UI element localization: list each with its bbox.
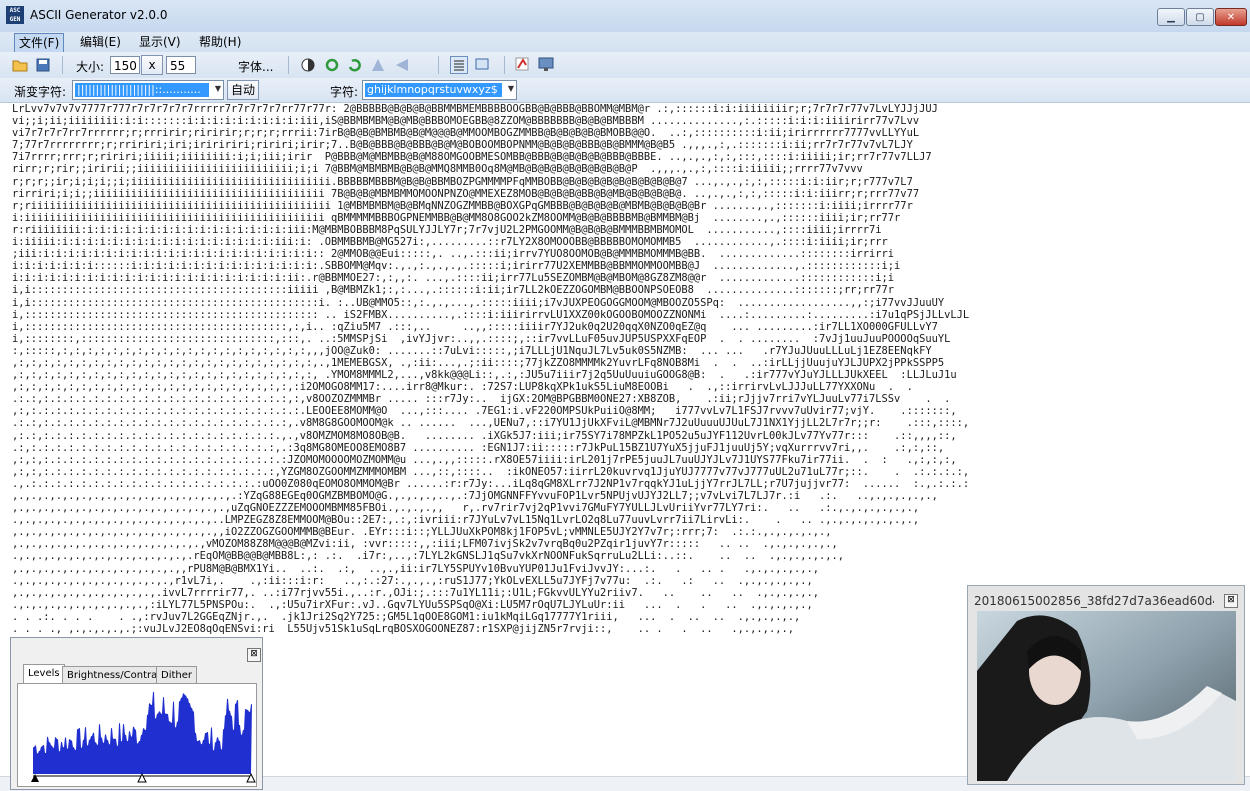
- tab-brightness-contrast[interactable]: Brightness/Contrast: [62, 666, 172, 684]
- ascii-line: LrLvv7v7v7v7777r777r7r7r7r7r7rrrrr7r7r7r…: [12, 103, 938, 115]
- minimize-button[interactable]: ▁: [1157, 8, 1185, 26]
- open-folder-icon[interactable]: [12, 57, 28, 73]
- ascii-line: ,:,:.:.:.:.:.:.:.:.:.:.:.:.:.:.:.:.:.:.:…: [12, 405, 957, 418]
- black-point-slider[interactable]: [31, 774, 39, 782]
- ascii-line: rirriri;i;i;;iiiiiiiiiiiiiiiiiiiiiiiiiii…: [12, 187, 920, 200]
- size-label: 大小:: [76, 60, 105, 74]
- ascii-line: r:riiiiiiii:i:i:i:i:i:i:i:i:i:i:i:i:i:i:…: [12, 223, 882, 236]
- ascii-line: i,i:::::::::::::::::::::::::::::::::::::…: [12, 296, 945, 309]
- close-icon[interactable]: ⊠: [247, 648, 261, 662]
- ascii-line: vi7r7r7r7rr7rrrrrr;r;rrririr;riririr;r;r…: [12, 127, 920, 140]
- close-button[interactable]: ✕: [1215, 8, 1247, 26]
- ascii-line: ,:,:,:.:.:.:.:.:.:.:.:.:.:.:.:.:.:.:.:.:…: [12, 465, 970, 478]
- ascii-line: .:.:,:.:.:.:.:.:.:.:.:.:.:.:.:.:.:.:.:.:…: [12, 393, 951, 406]
- text-view-icon[interactable]: [450, 56, 468, 74]
- levels-panel: ⊠ Levels Brightness/Contrast Dither: [10, 637, 263, 790]
- ascii-line: i:iiiiiiiiiiiiiiiiiiiiiiiiiiiiiiiiiiiiii…: [12, 211, 901, 224]
- maximize-button[interactable]: ▢: [1186, 8, 1214, 26]
- auto-button[interactable]: 自动: [227, 80, 259, 100]
- ascii-line: ,.,.,.,.,.,.,.,.,.,.,.,.,.,.,.,.,.,uZqGN…: [12, 502, 920, 515]
- ascii-line: .,.,.,.,.,.,.,.,.,.,.,.,.,.,.,.,..LMPZEG…: [12, 514, 920, 527]
- swap-dimensions-button[interactable]: x: [141, 55, 163, 75]
- ascii-line: .,.,.,.,.,.,.,.,.,.,.,.,.,.,.rEqOM@BB@@B…: [12, 550, 845, 563]
- rotate-right-icon[interactable]: [346, 57, 362, 73]
- ascii-line: vi;;i;ii;iiiiiiii:i:i:::::::i:i:i:i:i:i:…: [12, 115, 920, 128]
- gamma-slider[interactable]: [137, 772, 147, 783]
- ascii-line: i,i:::::::::::::::::::::::::::::::::::::…: [12, 284, 895, 297]
- invert-icon[interactable]: [300, 57, 316, 73]
- title-bar: ASC GEN ASCII Generator v2.0.0 ▁ ▢ ✕: [0, 0, 1250, 32]
- rotate-left-icon[interactable]: [324, 57, 340, 73]
- tab-dither[interactable]: Dither: [156, 666, 198, 684]
- menu-bar: 文件(F) 编辑(E) 显示(V) 帮助(H): [0, 32, 1250, 53]
- white-point-slider[interactable]: [246, 772, 256, 783]
- histogram-chart: [31, 691, 256, 783]
- ramp-select[interactable]: |||||||||||||||||||||::........... ▼: [72, 80, 224, 100]
- screen-capture-icon[interactable]: [538, 56, 554, 72]
- main-toolbar: 大小: 150 x 55 字体...: [0, 52, 1250, 79]
- ascii-line: ,:.:,:.:.:.:.:.:.:.:.:.:.:.:.:.:.:.:.:.:…: [12, 429, 957, 442]
- histogram-area: [17, 683, 257, 787]
- app-icon: ASC GEN: [6, 6, 24, 24]
- ascii-line: ,:,:,:,:,:,:,:,:,:,:,:,:,:,:,:,:,:,:,:,:…: [12, 369, 957, 382]
- ascii-line: .:,:.:.:.:.:.:.:.:.:.:.:.:.:.:.:.:.:.:.:…: [12, 441, 945, 454]
- ascii-line: .:.:,:.:.:.:.:.:.:.:.:.:.:.:.:.:.:.:.:.:…: [12, 417, 970, 430]
- toolbar-separator: [62, 56, 63, 74]
- ascii-line: ,.,.,.,.,.,.,.,.,.,.,.,.,.,.,.,.,,iO2ZZO…: [12, 526, 832, 539]
- preview-panel: 20180615002856_38fd27d7a36ead60d44... ⊠: [967, 585, 1245, 785]
- ramp-toolbar: 渐变字符: |||||||||||||||||||||::...........…: [0, 78, 1250, 103]
- ascii-line: ;iii:i:i:i:i:i:i:i:i:i:i:i:i:i:i:i:i:i:i…: [12, 248, 895, 261]
- ascii-line: i,::::::::::::::::::::::::::::::::::::::…: [12, 308, 970, 321]
- ascii-line: 7i7rrrr;rrr;r;ririri;iiiii;iiiiiiii:i;i;…: [12, 151, 932, 164]
- ascii-line: ,:,:,:,:,:,:,:,:,:,:,:,:,:,:,:,:,:,:,:,:…: [12, 356, 945, 369]
- height-field[interactable]: 55: [166, 56, 196, 74]
- toolbar-separator: [504, 56, 505, 74]
- window-title: ASCII Generator v2.0.0: [30, 8, 168, 22]
- ascii-line: rirr;r;rir;;iririi;;iiiiiiiiiiiiiiiiiiii…: [12, 163, 863, 176]
- menu-file[interactable]: 文件(F): [14, 33, 65, 53]
- menu-edit[interactable]: 编辑(E): [76, 33, 125, 51]
- ascii-line: i:iiiii:i:i:i:i:i:i:i:i:i:i:i:i:i:i:i:i:…: [12, 236, 888, 249]
- close-icon[interactable]: ⊠: [1224, 594, 1238, 608]
- font-button[interactable]: 字体...: [238, 58, 273, 75]
- flip-horizontal-icon[interactable]: [394, 57, 410, 73]
- tab-levels[interactable]: Levels: [23, 664, 65, 684]
- width-field[interactable]: 150: [110, 56, 140, 74]
- ascii-line: ,.,.,.,.,.,.,.,.,.,.,.,.,.,,rPU8M@B@BMX1…: [12, 562, 819, 575]
- menu-view[interactable]: 显示(V): [135, 33, 185, 51]
- color-icon[interactable]: [514, 56, 530, 72]
- preview-filename: 20180615002856_38fd27d7a36ead60d44...: [974, 594, 1214, 608]
- image-view-icon[interactable]: [474, 56, 490, 72]
- ascii-line: i,::::::::,:::::::::::::::::::::::::::::…: [12, 332, 951, 345]
- preview-image: [977, 611, 1236, 781]
- ascii-line: i,::::::::::::::::::::::::::::::::::::::…: [12, 320, 938, 333]
- ascii-line: i:i:i:i:i:i:i::::::i:i:i:i:i:i:i:i:i:i:i…: [12, 260, 901, 273]
- save-icon[interactable]: [35, 57, 51, 73]
- chars-select[interactable]: ghijklmnopqrstuvwxyz$ ▼: [362, 80, 517, 100]
- chevron-down-icon: ▼: [214, 84, 221, 93]
- ascii-line: :,:::::,:,:,:,:,:,:,:,:,:,:,:,:,:,:,:,:,…: [12, 344, 932, 357]
- ascii-line: ,:,:,:.:.:.:.:.:.:.:.:.:.:.:.:.:.:.:.:.:…: [12, 453, 957, 466]
- ascii-line: r;r;r;;ir;i;i;i;;i;iiiiiiiiiiiiiiiiiiiii…: [12, 175, 913, 188]
- chars-selected-value: ghijklmnopqrstuvwxyz$: [365, 83, 502, 97]
- toolbar-separator: [438, 56, 439, 74]
- chars-label: 字符:: [330, 85, 359, 99]
- ascii-line: r;riiiiiiiiiiiiiiiiiiiiiiiiiiiiiiiiiiiii…: [12, 199, 913, 212]
- toolbar-separator: [288, 56, 289, 74]
- ascii-line: .,.:.:.:.:.:.:.:.:.:.:.:.:.:.:.:.:.:.:.:…: [12, 477, 970, 490]
- ascii-line: ,.,.,.,.,.,.,.,.,.,.,.,.,.,.,.,.,.,.:YZq…: [12, 490, 938, 502]
- ramp-label: 渐变字符:: [14, 85, 67, 99]
- flip-vertical-icon[interactable]: [370, 57, 386, 73]
- chevron-down-icon: ▼: [507, 84, 514, 93]
- ramp-selected-value: |||||||||||||||||||||::...........: [75, 83, 209, 97]
- ascii-line: 7;77r7rrrrrrrr;r;rririri;iri;iriririri;r…: [12, 139, 913, 152]
- histogram-bars: [33, 691, 252, 774]
- ascii-line: ,:,:,:,:,:,:,:,:,:,:,:,:,:,:,:,:,:,:,:,:…: [12, 381, 913, 394]
- ascii-line: ,.,.,.,.,.,.,.,.,.,.,.,.,.,.,.,vMOZOM88Z…: [12, 538, 838, 551]
- ascii-line: i:i:i:i:i:i:i:i:i:i:i:i:i:i:i:i:i:i:i:i:…: [12, 272, 895, 285]
- menu-help[interactable]: 帮助(H): [195, 33, 245, 51]
